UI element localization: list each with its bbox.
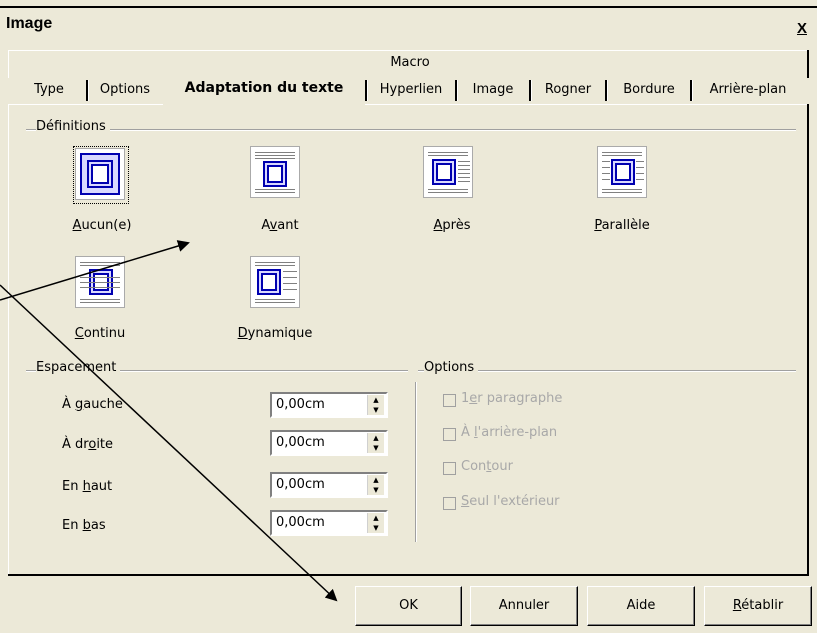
image-dialog: Image X Macro Type Options Adaptation du… xyxy=(0,0,817,633)
arrow-to-avant xyxy=(0,240,190,301)
arrow-to-ok xyxy=(0,284,338,602)
annotation-arrows xyxy=(0,240,338,602)
